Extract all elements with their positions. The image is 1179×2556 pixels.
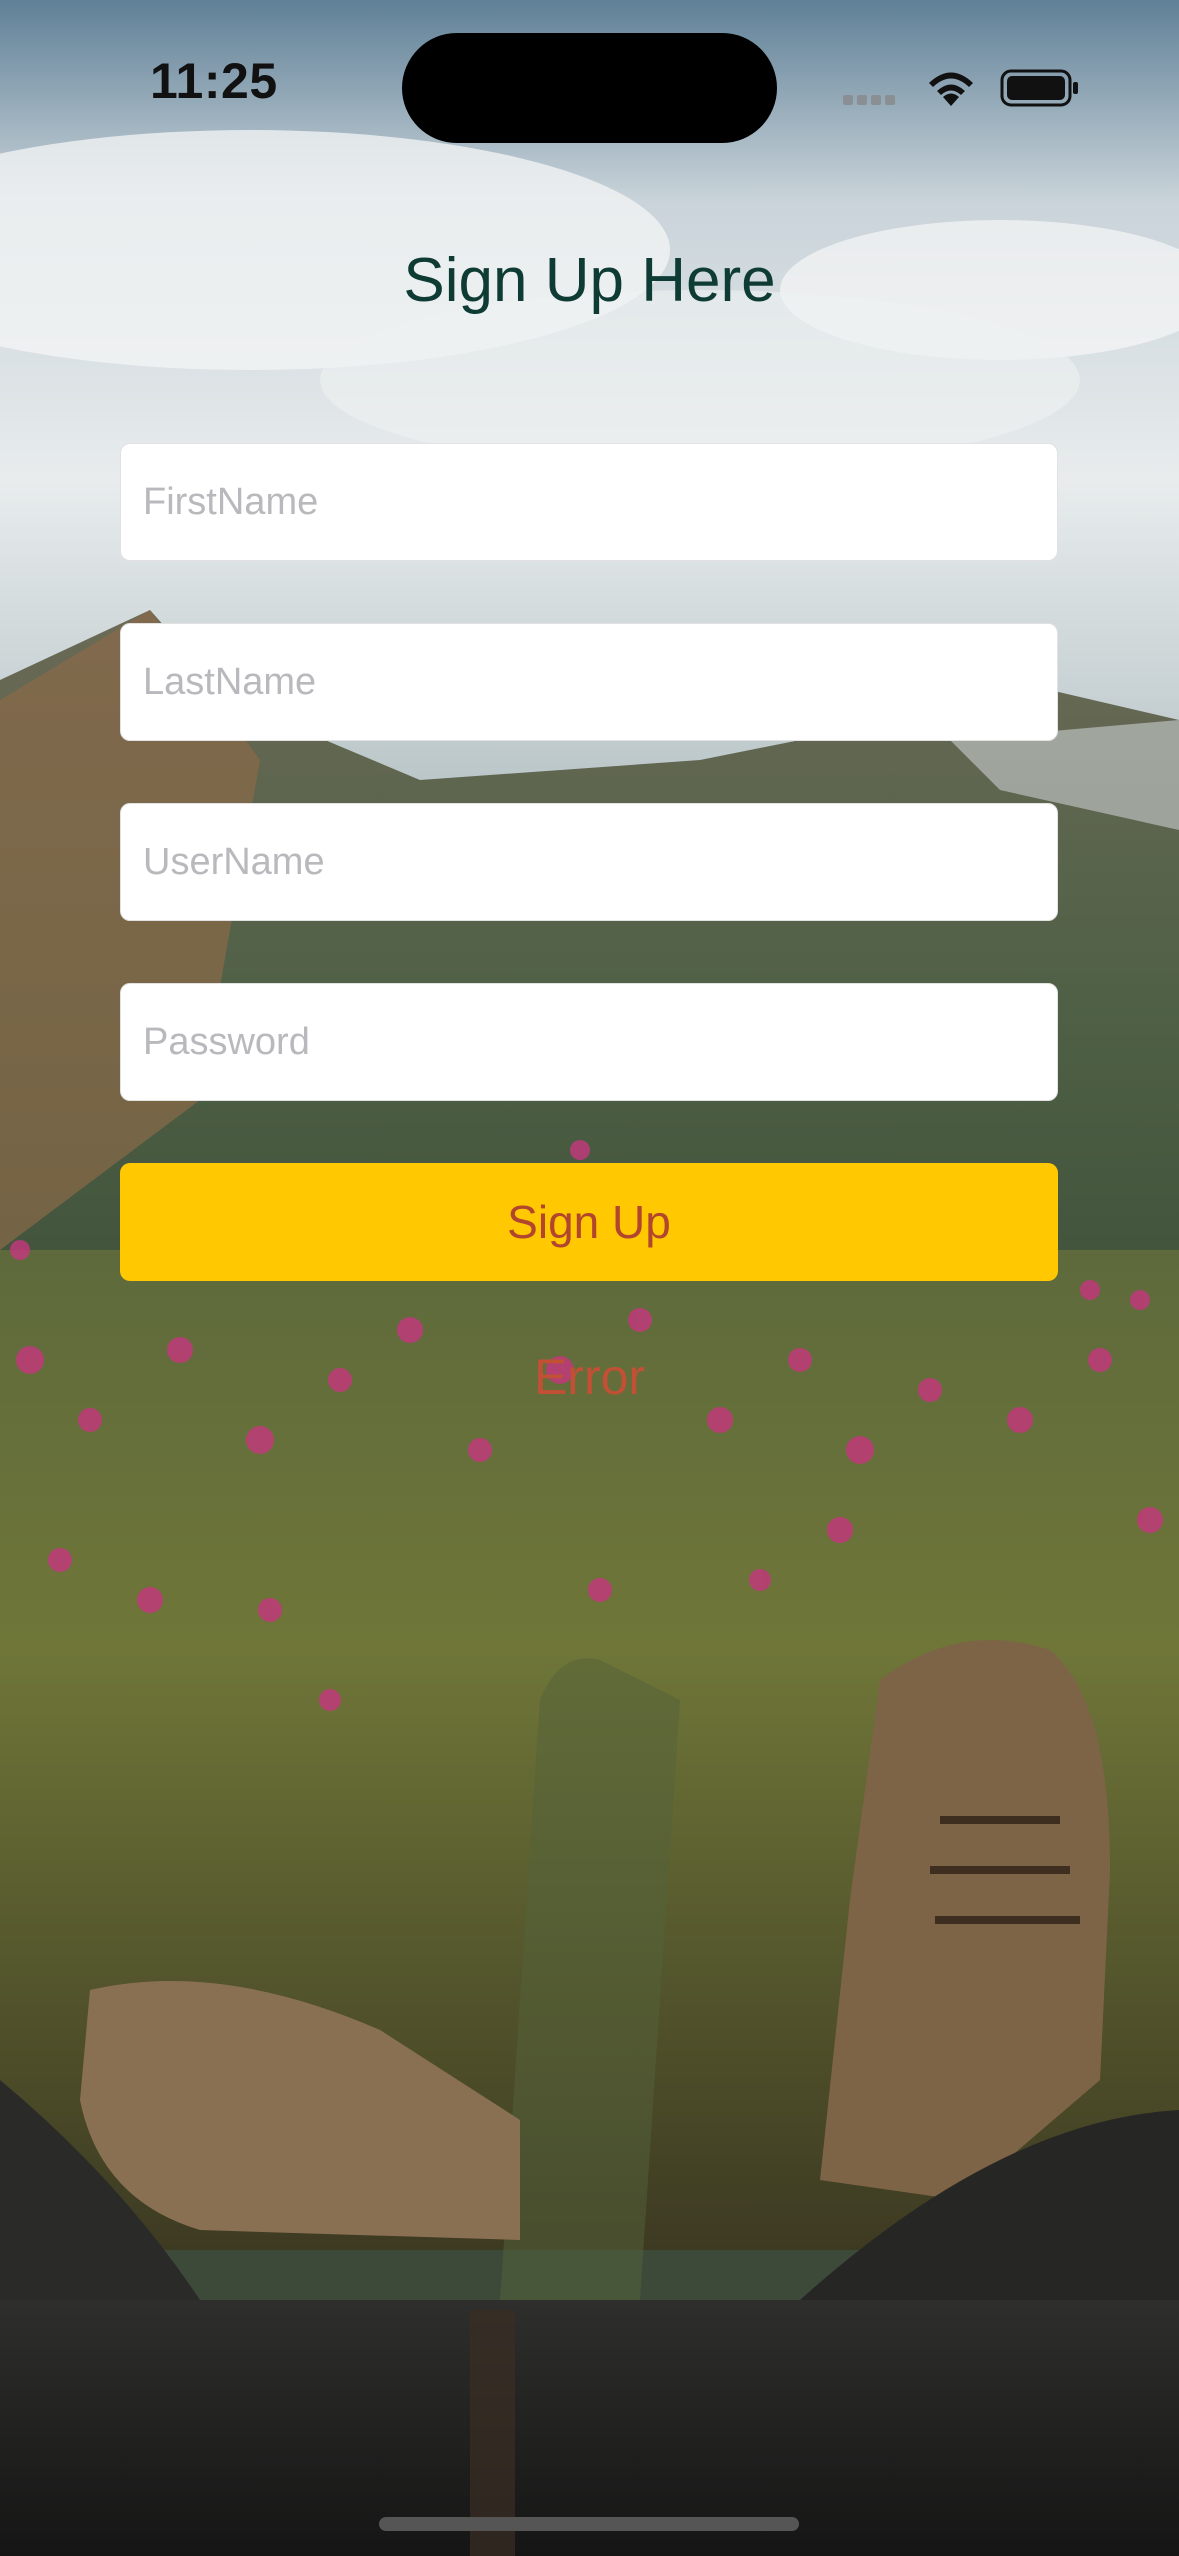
cellular-signal-icon <box>843 92 899 110</box>
lastname-field[interactable]: LastName <box>120 623 1058 741</box>
sign-up-button[interactable]: Sign Up <box>120 1163 1058 1281</box>
page-title: Sign Up Here <box>403 246 776 315</box>
lastname-placeholder: LastName <box>143 660 317 703</box>
error-message: Error <box>533 1349 646 1405</box>
sign-up-button-label: Sign Up <box>507 1196 671 1248</box>
dynamic-island <box>402 33 777 143</box>
password-placeholder: Password <box>143 1020 310 1063</box>
battery-icon <box>1000 69 1078 107</box>
status-time: 11:25 <box>150 53 278 109</box>
signup-screen: 11:25 Sign Up Here FirstName LastName Us… <box>0 0 1179 2556</box>
username-field[interactable]: UserName <box>120 803 1058 921</box>
home-indicator[interactable] <box>379 2517 799 2531</box>
firstname-field[interactable]: FirstName <box>120 443 1058 561</box>
firstname-placeholder: FirstName <box>143 480 319 523</box>
password-field[interactable]: Password <box>120 983 1058 1101</box>
wifi-icon <box>929 72 973 106</box>
username-placeholder: UserName <box>143 840 325 883</box>
